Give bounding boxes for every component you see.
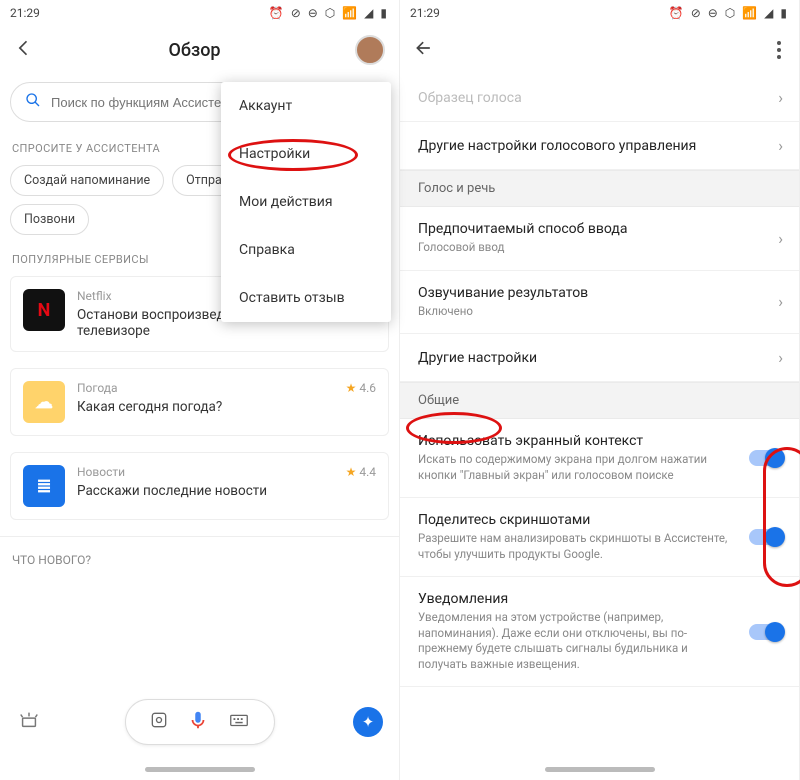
menu-item-activity[interactable]: Мои действия xyxy=(221,178,391,226)
card-desc: Какая сегодня погода? xyxy=(77,399,376,415)
header: Обзор xyxy=(0,26,399,74)
section-header: Голос и речь xyxy=(400,170,799,207)
row-subtitle: Уведомления на этом устройстве (например… xyxy=(418,610,739,672)
toggle-switch[interactable] xyxy=(749,624,783,640)
card-rating: ★ 4.4 xyxy=(346,465,376,479)
star-icon: ★ xyxy=(346,381,357,395)
input-pill xyxy=(125,699,275,745)
status-icons: ⏰ ⊘ ⊖ ⬡ 📶 ◢ ▮ xyxy=(269,6,389,20)
status-bar: 21:29 ⏰ ⊘ ⊖ ⬡ 📶 ◢ ▮ xyxy=(400,0,799,26)
menu-item-help[interactable]: Справка xyxy=(221,226,391,274)
overview-pane: 21:29 ⏰ ⊘ ⊖ ⬡ 📶 ◢ ▮ Обзор СПРОСИТЕ У АСС… xyxy=(0,0,400,780)
status-bar: 21:29 ⏰ ⊘ ⊖ ⬡ 📶 ◢ ▮ xyxy=(0,0,399,26)
menu-item-settings[interactable]: Настройки xyxy=(221,130,391,178)
row-subtitle: Включено xyxy=(418,304,768,320)
service-card[interactable]: ☁ Погода ★ 4.6 Какая сегодня погода? xyxy=(10,368,389,436)
row-title: Другие настройки xyxy=(418,350,768,366)
search-icon xyxy=(25,92,41,112)
row-title: Поделитесь скриншотами xyxy=(418,512,739,528)
netflix-icon: N xyxy=(23,289,65,331)
nav-pill[interactable] xyxy=(545,767,655,772)
star-icon: ★ xyxy=(346,465,357,479)
chip[interactable]: Создай напоминание xyxy=(10,165,164,196)
card-desc: Расскажи последние новости xyxy=(77,483,376,499)
explore-icon[interactable]: ✦ xyxy=(353,707,383,737)
settings-row[interactable]: Поделитесь скриншотами Разрешите нам анал… xyxy=(400,498,799,577)
tray-icon[interactable] xyxy=(18,709,40,736)
row-subtitle: Разрешите нам анализировать скриншоты в … xyxy=(418,531,739,562)
row-title: Уведомления xyxy=(418,591,739,607)
settings-row[interactable]: Уведомления Уведомления на этом устройств… xyxy=(400,577,799,687)
menu-item-account[interactable]: Аккаунт xyxy=(221,82,391,130)
settings-row[interactable]: Предпочитаемый способ ввода Голосовой вво… xyxy=(400,207,799,271)
back-icon[interactable] xyxy=(414,38,434,62)
keyboard-icon[interactable] xyxy=(228,709,250,736)
back-icon[interactable] xyxy=(14,38,34,62)
chevron-right-icon: › xyxy=(778,229,783,248)
chevron-right-icon: › xyxy=(778,348,783,367)
status-time: 21:29 xyxy=(10,6,40,20)
lens-icon[interactable] xyxy=(149,710,169,735)
settings-row[interactable]: Образец голоса › xyxy=(400,74,799,122)
page-title: Обзор xyxy=(34,40,355,61)
row-title: Другие настройки голосового управления xyxy=(418,138,768,154)
overflow-icon[interactable] xyxy=(773,37,785,63)
row-subtitle: Голосовой ввод xyxy=(418,240,768,256)
row-title: Образец голоса xyxy=(418,90,768,106)
row-title: Озвучивание результатов xyxy=(418,285,768,301)
chip[interactable]: Позвони xyxy=(10,204,89,235)
chevron-right-icon: › xyxy=(778,88,783,107)
service-card[interactable]: ≣ Новости ★ 4.4 Расскажи последние новос… xyxy=(10,452,389,520)
settings-row[interactable]: Озвучивание результатов Включено › xyxy=(400,271,799,335)
row-title: Использовать экранный контекст xyxy=(418,433,739,449)
card-name: Netflix xyxy=(77,289,112,303)
menu-item-feedback[interactable]: Оставить отзыв xyxy=(221,274,391,322)
avatar[interactable] xyxy=(355,35,385,65)
toggle-switch[interactable] xyxy=(749,450,783,466)
chevron-right-icon: › xyxy=(778,292,783,311)
news-icon: ≣ xyxy=(23,465,65,507)
weather-icon: ☁ xyxy=(23,381,65,423)
section-header: Общие xyxy=(400,382,799,419)
row-title: Предпочитаемый способ ввода xyxy=(418,221,768,237)
settings-row[interactable]: Другие настройки › xyxy=(400,334,799,382)
card-name: Погода xyxy=(77,381,118,395)
settings-row[interactable]: Использовать экранный контекст Искать по … xyxy=(400,419,799,498)
row-subtitle: Искать по содержимому экрана при долгом … xyxy=(418,452,739,483)
status-time: 21:29 xyxy=(410,6,440,20)
card-name: Новости xyxy=(77,465,125,479)
header xyxy=(400,26,799,74)
mic-icon[interactable] xyxy=(187,709,209,735)
account-menu: Аккаунт Настройки Мои действия Справка О… xyxy=(221,82,391,322)
card-rating: ★ 4.6 xyxy=(346,381,376,395)
settings-row[interactable]: Другие настройки голосового управления › xyxy=(400,122,799,170)
settings-pane: 21:29 ⏰ ⊘ ⊖ ⬡ 📶 ◢ ▮ Образец голоса›Други… xyxy=(400,0,800,780)
toggle-switch[interactable] xyxy=(749,529,783,545)
chevron-right-icon: › xyxy=(778,136,783,155)
nav-pill[interactable] xyxy=(145,767,255,772)
whats-new-label[interactable]: ЧТО НОВОГО? xyxy=(0,536,399,583)
bottom-bar: ✦ xyxy=(0,694,399,750)
status-icons: ⏰ ⊘ ⊖ ⬡ 📶 ◢ ▮ xyxy=(669,6,789,20)
